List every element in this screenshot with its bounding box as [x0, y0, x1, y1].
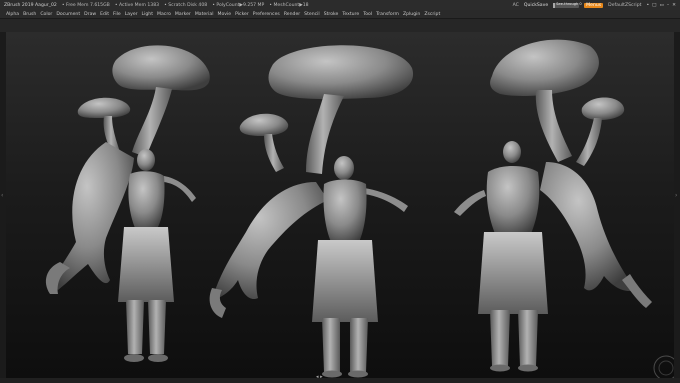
- right-tray-arrow-icon[interactable]: ›: [675, 192, 677, 199]
- app-title: ZBrush 2019 Aagur_02: [4, 2, 57, 8]
- menu-item-zplugin[interactable]: Zplugin: [403, 12, 420, 17]
- menu-item-stencil[interactable]: Stencil: [304, 12, 320, 17]
- torso: [128, 171, 165, 230]
- window-control-2[interactable]: □: [652, 3, 656, 8]
- mushroom-cap-small: [581, 97, 625, 120]
- active-mem-readout: • Active Mem 1383: [114, 2, 160, 8]
- head: [503, 141, 521, 163]
- polycount-readout: • PolyCount▶9.257 MP: [212, 2, 265, 8]
- mushroom-cap-large: [268, 45, 414, 100]
- back-torso: [486, 166, 540, 236]
- right-tray[interactable]: ›: [674, 32, 680, 383]
- branch-arm: [164, 176, 196, 202]
- left-tray-arrow-icon[interactable]: ‹: [1, 192, 3, 199]
- see-through-label: See-through 0: [556, 2, 582, 6]
- meshcount-readout: • MeshCount▶18: [269, 2, 309, 8]
- menus-toggle-button[interactable]: Menus: [584, 2, 604, 8]
- mushroom-cap-large: [490, 39, 599, 96]
- menu-item-file[interactable]: File: [113, 12, 121, 17]
- see-through-track[interactable]: See-through 0: [553, 2, 582, 8]
- menu-item-tool[interactable]: Tool: [363, 12, 372, 17]
- titlebar-right-controls: AC QuickSave See-through 0 Menus Default…: [513, 0, 680, 10]
- window-control-3[interactable]: ▭: [660, 3, 664, 8]
- right-leg: [148, 300, 166, 354]
- left-leg: [490, 310, 510, 366]
- canvas-viewport[interactable]: [6, 32, 674, 378]
- branch-arm: [454, 190, 486, 216]
- left-foot: [490, 364, 510, 372]
- menu-item-stroke[interactable]: Stroke: [324, 12, 339, 17]
- mushroom-stem: [132, 87, 172, 157]
- sculpt-figure-back: [454, 39, 652, 372]
- right-leg: [350, 318, 368, 372]
- sculpt-figure-front: [209, 45, 414, 378]
- menu-item-render[interactable]: Render: [284, 12, 300, 17]
- tentacle-arm-mass: [212, 182, 328, 300]
- ac-button[interactable]: AC: [513, 3, 519, 8]
- head: [334, 156, 354, 180]
- robe-skirt: [118, 227, 174, 302]
- menu-item-material[interactable]: Material: [195, 12, 214, 17]
- bottom-nav-arrows-icon[interactable]: ◂ ▸: [316, 374, 323, 380]
- left-foot: [322, 370, 342, 378]
- branch-arm: [364, 188, 408, 212]
- mushroom-cap-small: [77, 97, 131, 118]
- window-control-1[interactable]: •: [646, 3, 649, 8]
- sculpt-figure-three-quarter: [45, 45, 210, 362]
- menu-item-preferences[interactable]: Preferences: [253, 12, 280, 17]
- menu-item-brush[interactable]: Brush: [23, 12, 36, 17]
- main-menu-bar: Alpha Brush Color Document Draw Edit Fil…: [0, 10, 680, 19]
- left-leg: [322, 318, 340, 372]
- robe-skirt: [312, 240, 378, 322]
- menu-item-picker[interactable]: Picker: [235, 12, 249, 17]
- head: [137, 149, 155, 171]
- torso: [323, 179, 367, 244]
- menu-item-light[interactable]: Light: [142, 12, 153, 17]
- right-foot: [518, 364, 538, 372]
- free-mem-readout: • Free Mem 7.615GB: [61, 2, 110, 8]
- sculpt-render: [45, 39, 674, 378]
- navigation-gyro-icon[interactable]: [653, 355, 674, 378]
- right-foot: [148, 354, 168, 362]
- menu-item-document[interactable]: Document: [56, 12, 80, 17]
- bottom-tray: ◂ ▸: [0, 374, 680, 383]
- left-leg: [126, 300, 144, 354]
- quicksave-button[interactable]: QuickSave: [524, 3, 548, 8]
- mushroom-cap-small: [239, 113, 289, 136]
- top-shelf: [0, 19, 680, 32]
- menu-item-texture[interactable]: Texture: [342, 12, 359, 17]
- menu-item-transform[interactable]: Transform: [376, 12, 399, 17]
- minimize-button[interactable]: –: [667, 3, 669, 8]
- robe-skirt: [478, 232, 548, 314]
- menu-item-zscript[interactable]: Zscript: [424, 12, 440, 17]
- mushroom-cap-large: [112, 45, 210, 91]
- tentacle-claw: [622, 274, 652, 308]
- scratch-disk-readout: • Scratch Disk 408: [164, 2, 208, 8]
- mushroom-stem: [535, 90, 572, 162]
- menu-item-movie[interactable]: Movie: [217, 12, 231, 17]
- menu-item-macro[interactable]: Macro: [157, 12, 171, 17]
- right-foot: [348, 370, 368, 378]
- menu-item-marker[interactable]: Marker: [175, 12, 191, 17]
- right-leg: [518, 310, 538, 366]
- left-foot: [124, 354, 144, 362]
- mushroom-stem-small: [264, 134, 284, 172]
- menu-item-layer[interactable]: Layer: [125, 12, 138, 17]
- menu-item-alpha[interactable]: Alpha: [6, 12, 19, 17]
- mushroom-stem-small: [576, 118, 602, 166]
- menu-item-color[interactable]: Color: [40, 12, 52, 17]
- title-bar: ZBrush 2019 Aagur_02 • Free Mem 7.615GB …: [0, 0, 680, 10]
- window-controls: • □ ▭ – ✕: [646, 3, 676, 8]
- default-zscript-button[interactable]: DefaultZScript: [608, 3, 641, 8]
- menu-item-draw[interactable]: Draw: [84, 12, 96, 17]
- menu-item-edit[interactable]: Edit: [100, 12, 109, 17]
- see-through-slider[interactable]: See-through 0: [553, 2, 582, 8]
- tentacle-arm-mass: [540, 162, 636, 292]
- close-button[interactable]: ✕: [672, 3, 676, 8]
